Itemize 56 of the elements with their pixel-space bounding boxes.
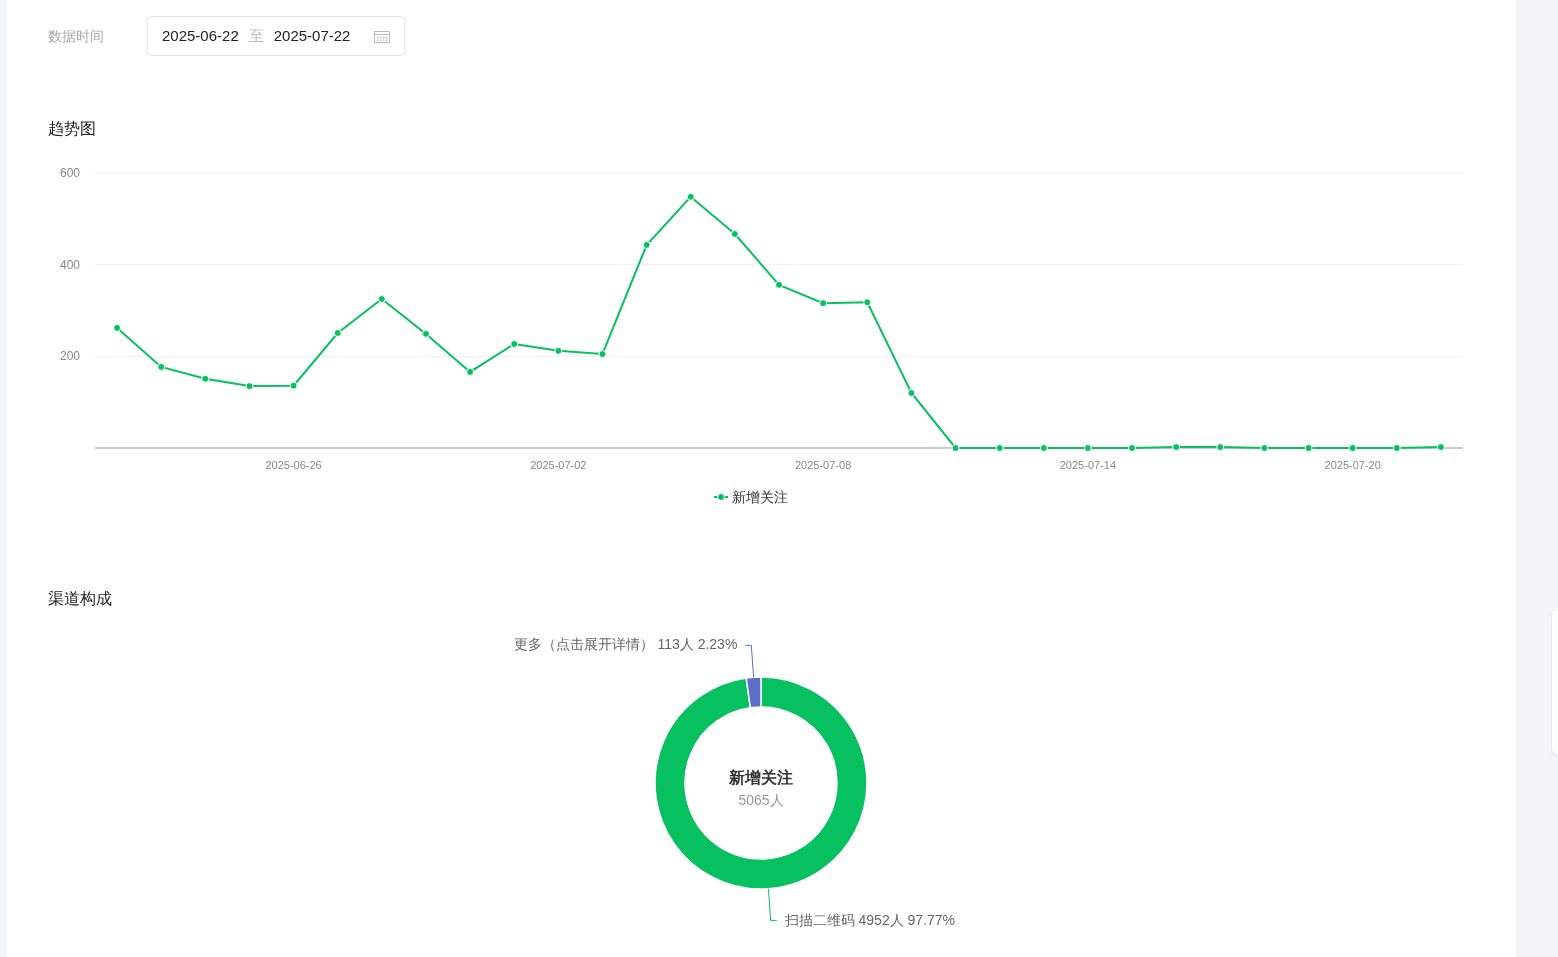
data-point — [1436, 443, 1445, 452]
axis-label: 200 — [59, 349, 80, 364]
data-point — [995, 444, 1004, 452]
data-point — [201, 374, 210, 383]
data-point — [333, 328, 342, 337]
data-point — [113, 323, 122, 332]
section-title: 渠道构成 — [48, 590, 112, 607]
data-point — [377, 295, 386, 304]
data-point — [245, 382, 254, 391]
data-point — [1128, 444, 1137, 452]
data-point — [510, 339, 519, 348]
data-point — [1083, 444, 1092, 452]
data-point — [775, 280, 783, 289]
data-point — [1260, 444, 1269, 452]
filter-label: 数据时间 — [48, 27, 105, 46]
data-point — [1348, 444, 1357, 452]
end-date: 2025-07-22 — [273, 25, 351, 46]
slice-label: 扫描二维码 4952人 97.77% — [784, 911, 956, 928]
data-point — [157, 362, 166, 371]
slice-label: 更多（点击展开详情） 113人 2.23% — [513, 636, 738, 653]
data-point — [642, 240, 651, 249]
section-title: 趋势图 — [48, 120, 96, 137]
axis-label: 2025-07-08 — [795, 459, 852, 471]
data-point — [819, 299, 828, 308]
data-point — [1039, 444, 1048, 452]
data-point — [421, 329, 430, 338]
data-point — [1216, 443, 1225, 452]
data-point — [951, 444, 960, 452]
axis-label: 2025-07-20 — [1324, 459, 1381, 471]
leader-line — [744, 644, 755, 678]
donut-slice[interactable] — [654, 676, 868, 890]
data-point — [907, 389, 916, 397]
data-point — [554, 346, 563, 355]
data-point — [466, 367, 475, 376]
axis-label: 2025-07-14 — [1059, 459, 1117, 471]
axis-label: 400 — [59, 257, 80, 272]
center-value: 5065人 — [738, 792, 784, 808]
legend-icon — [714, 493, 728, 501]
start-date: 2025-06-22 — [162, 25, 239, 46]
data-point — [1392, 444, 1401, 452]
data-point — [730, 229, 739, 238]
data-point — [686, 192, 695, 201]
axis-label: 2025-07-02 — [530, 459, 587, 471]
calendar-icon — [374, 29, 390, 43]
axis-label: 600 — [59, 166, 80, 180]
data-point — [1304, 444, 1313, 452]
data-point — [1172, 443, 1181, 452]
legend-label[interactable]: 新增关注 — [732, 487, 788, 507]
center-title: 新增关注 — [729, 769, 793, 786]
axis-label: 2025-06-26 — [265, 459, 322, 471]
leader-line — [767, 888, 778, 922]
data-point — [289, 381, 298, 390]
data-point — [863, 298, 872, 307]
date-range-picker[interactable]: 2025-06-22 至 2025-07-22 — [147, 16, 405, 56]
range-separator: 至 — [248, 25, 264, 46]
data-point — [598, 350, 607, 359]
